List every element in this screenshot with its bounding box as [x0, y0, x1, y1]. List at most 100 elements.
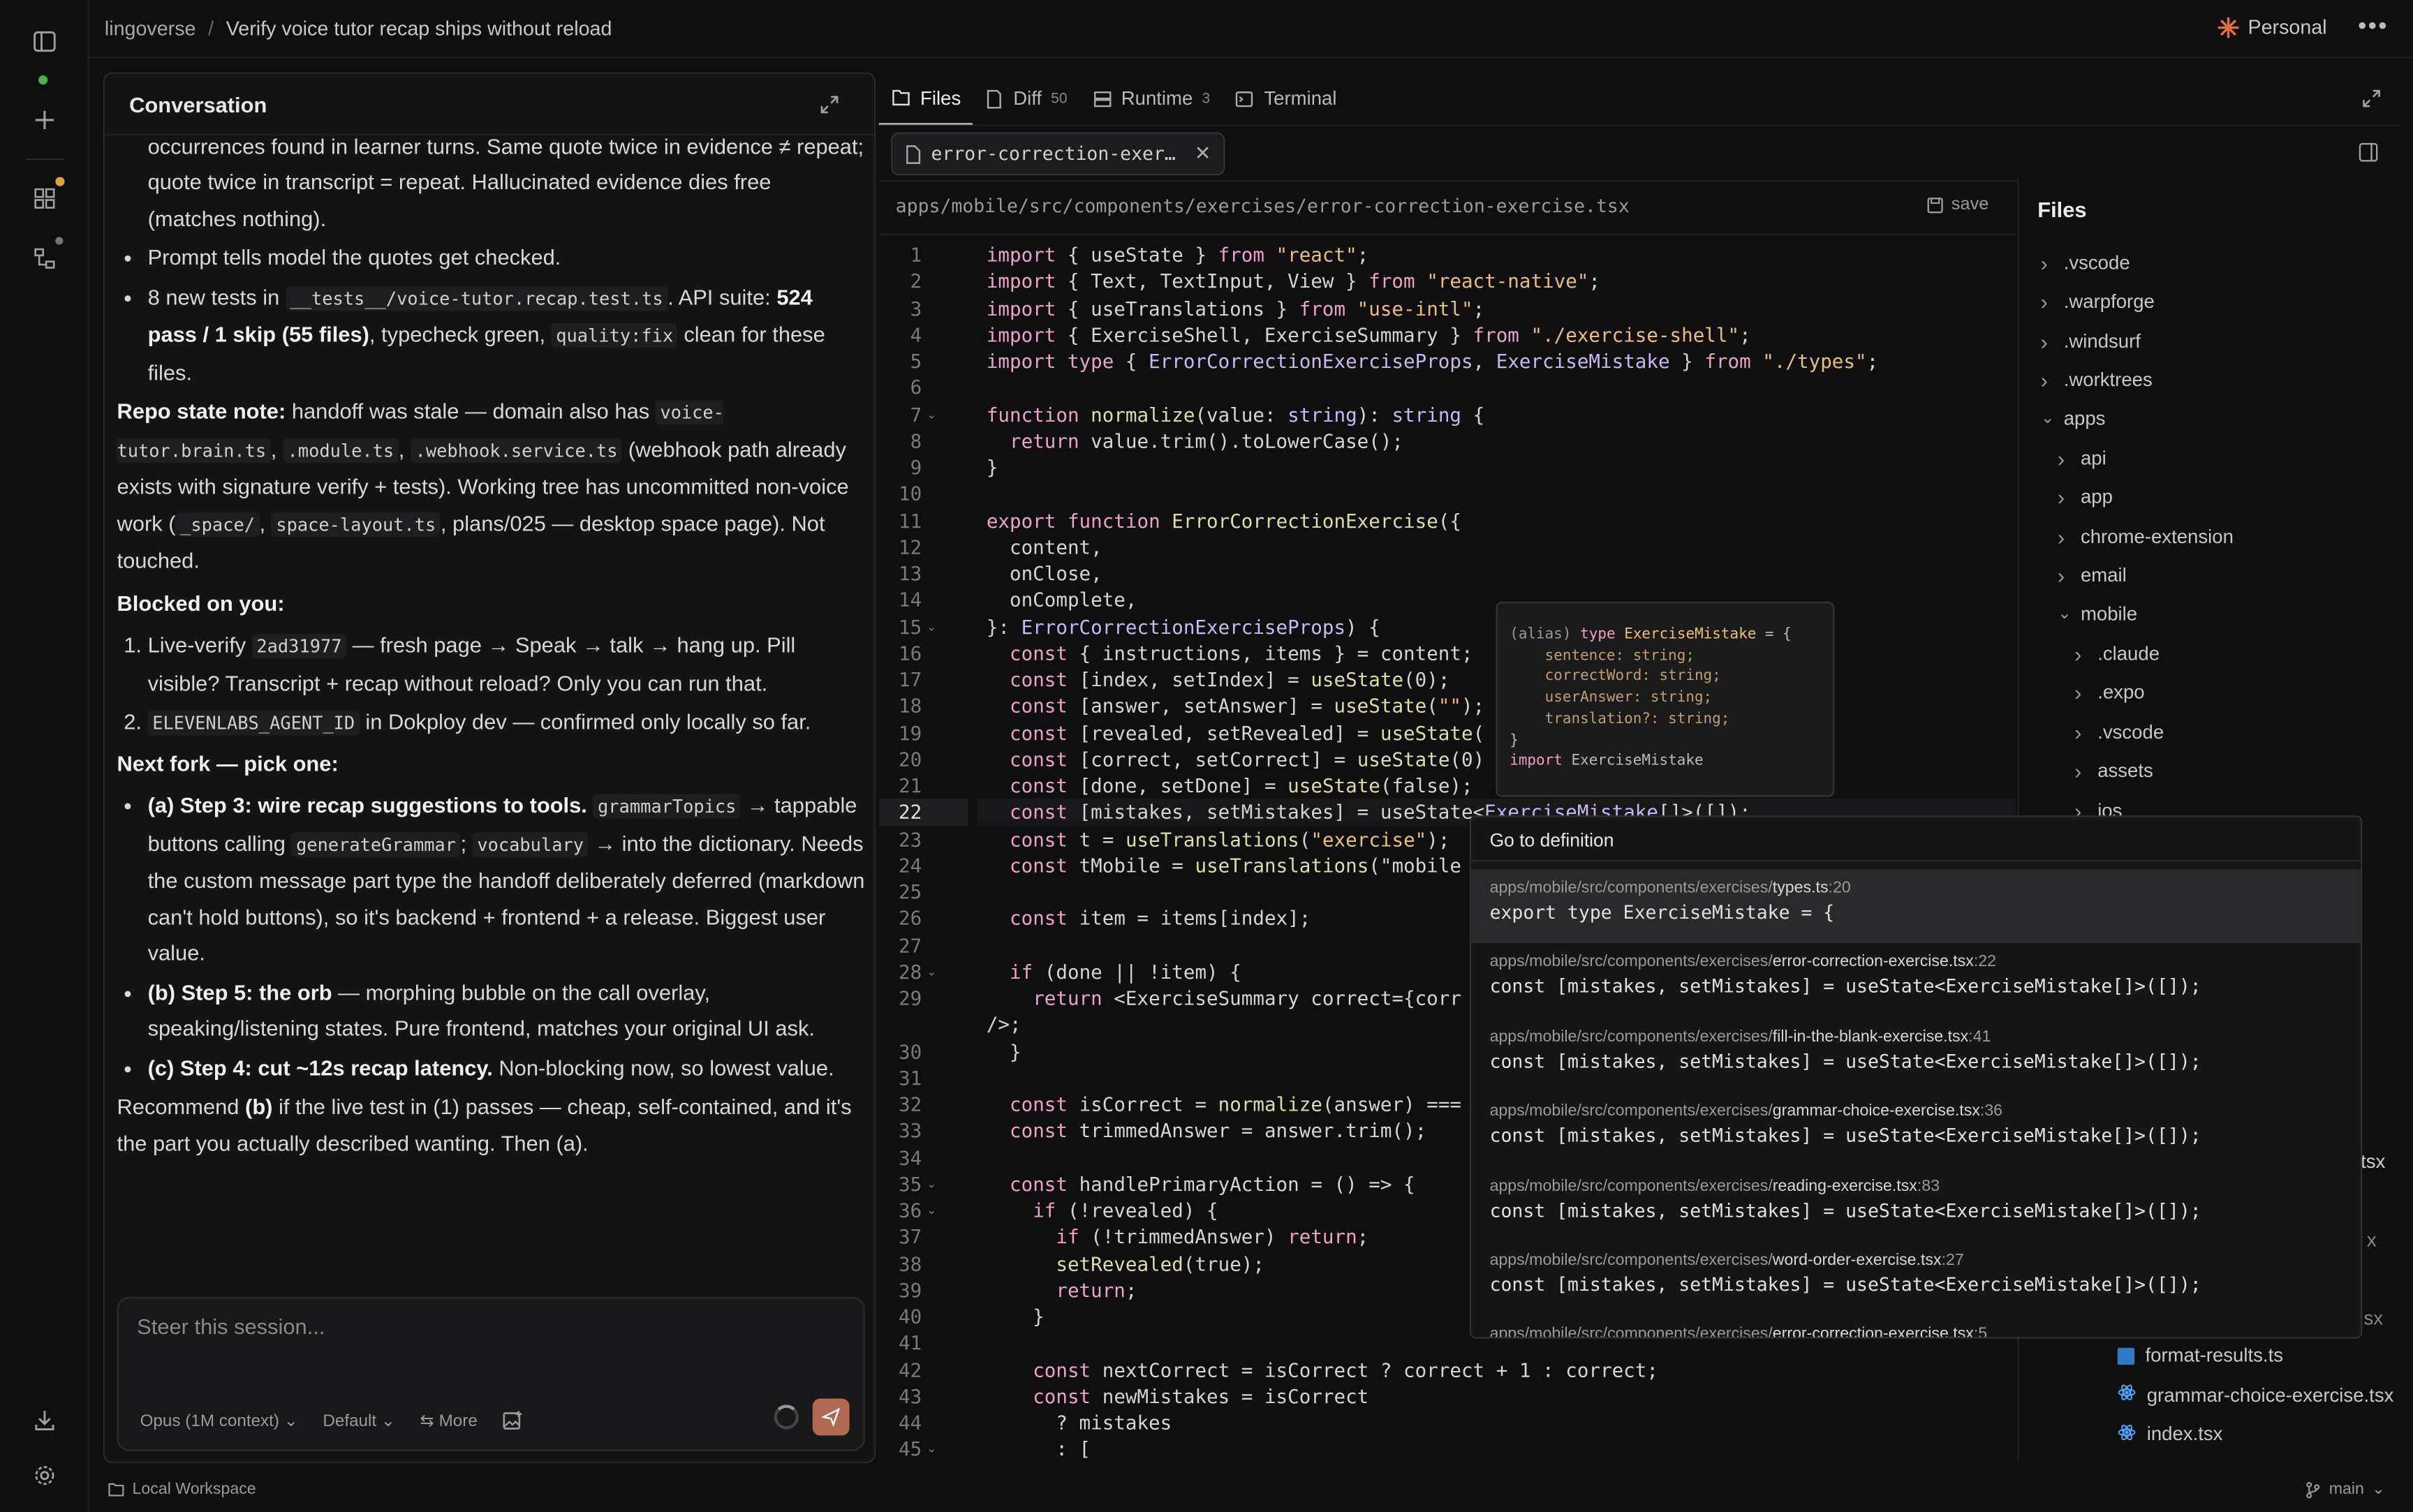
folder-label: app — [2080, 487, 2113, 509]
line-number: 42 — [899, 1358, 922, 1381]
fold-chevron-icon[interactable]: ⌄ — [927, 1203, 937, 1217]
folder-label: chrome-extension — [2080, 526, 2234, 548]
line-number: 26 — [899, 906, 922, 930]
image-add-icon[interactable] — [502, 1409, 524, 1431]
file-label: index.tsx — [2146, 1423, 2223, 1446]
code-line: import { useTranslations } from "use-int… — [986, 296, 1485, 320]
definition-path: apps/mobile/src/components/exercises/rea… — [1489, 1176, 1940, 1195]
file-tree-folder[interactable]: › assets — [2074, 759, 2153, 783]
save-button[interactable]: save — [1927, 195, 1988, 214]
maximize-icon[interactable] — [2361, 88, 2382, 110]
react-file-icon — [2118, 1423, 2136, 1446]
folder-label: .expo — [2097, 682, 2145, 704]
send-button[interactable] — [812, 1398, 850, 1436]
code-line: return <ExerciseSummary correct={corr — [1033, 986, 1461, 1009]
folder-icon — [108, 1483, 124, 1497]
line-number: 17 — [899, 667, 922, 691]
account-switcher[interactable]: Personal — [2217, 15, 2327, 39]
tooltip-line: translation?: string; — [1510, 710, 1730, 728]
file-tree-item-partial[interactable]: sx — [2363, 1307, 2383, 1329]
file-tree-folder[interactable]: ⌄ mobile — [2058, 602, 2137, 624]
code-line: } — [986, 455, 998, 479]
definition-code: const [mistakes, setMistakes] = useState… — [1489, 976, 2201, 998]
download-icon[interactable] — [23, 1399, 66, 1442]
folder-label: email — [2080, 565, 2127, 587]
toggle-panel-icon[interactable] — [2358, 142, 2379, 163]
tab-terminal[interactable]: Terminal — [1223, 73, 1349, 125]
editor-file-tab[interactable]: error-correction-exer… ✕ — [891, 132, 1225, 176]
code-line: const trimmedAnswer = answer.trim(); — [1010, 1118, 1427, 1142]
workspace-indicator[interactable]: Local Workspace — [108, 1480, 256, 1499]
definition-item[interactable]: apps/mobile/src/components/exercises/err… — [1471, 944, 2361, 1018]
files-icon — [892, 89, 910, 106]
file-tree-folder[interactable]: › email — [2058, 563, 2127, 588]
branch-indicator[interactable]: main ⌄ — [2306, 1480, 2385, 1499]
tooltip-line: import ExerciseMistake — [1510, 753, 1704, 770]
file-tree-file[interactable]: format-results.ts — [2117, 1344, 2284, 1367]
file-tree-folder[interactable]: › chrome-extension — [2058, 524, 2234, 549]
file-tree-folder[interactable]: › .claude — [2074, 642, 2160, 666]
file-tree-folder[interactable]: › app — [2058, 485, 2113, 510]
tooltip-line: correctWord: string; — [1510, 668, 1721, 685]
fold-chevron-icon[interactable]: ⌄ — [927, 407, 937, 421]
divider — [1471, 860, 2361, 862]
definition-item[interactable]: apps/mobile/src/components/exercises/err… — [1471, 1316, 2361, 1337]
chevron-right-icon: › — [2057, 485, 2065, 510]
tab-diff[interactable]: Diff 50 — [973, 73, 1079, 125]
code-line: ? mistakes — [986, 1411, 1172, 1435]
fold-chevron-icon[interactable]: ⌄ — [927, 1442, 937, 1456]
file-tree-folder[interactable]: › api — [2058, 446, 2106, 470]
line-number: 3 — [910, 296, 922, 320]
definition-item[interactable]: apps/mobile/src/components/exercises/typ… — [1471, 869, 2361, 944]
mode-select[interactable]: Default ⌄ — [323, 1410, 395, 1430]
status-bar: Local Workspace main ⌄ — [89, 1469, 2413, 1512]
line-number: 33 — [899, 1118, 922, 1142]
code-line: const [correct, setCorrect] = useState(0… — [1010, 747, 1485, 771]
file-tree-folder[interactable]: › .vscode — [2074, 720, 2164, 744]
model-select[interactable]: Opus (1M context) ⌄ — [140, 1410, 299, 1430]
tab-runtime[interactable]: Runtime 3 — [1079, 73, 1223, 125]
definition-item[interactable]: apps/mobile/src/components/exercises/wor… — [1471, 1242, 2361, 1316]
file-tree-item-partial[interactable]: x — [2367, 1229, 2377, 1251]
definition-item[interactable]: apps/mobile/src/components/exercises/rea… — [1471, 1167, 2361, 1241]
diff-icon — [987, 89, 1002, 108]
file-label: format-results.ts — [2145, 1344, 2284, 1367]
tab-files[interactable]: Files — [878, 73, 973, 125]
definition-path: apps/mobile/src/components/exercises/fil… — [1489, 1027, 1991, 1046]
line-number: 45 — [899, 1437, 922, 1461]
close-tab-icon[interactable]: ✕ — [1195, 142, 1211, 166]
file-tree-folder[interactable]: › .vscode — [2041, 251, 2130, 275]
line-number: 32 — [899, 1092, 922, 1116]
more-button[interactable]: ⇆ More — [420, 1410, 478, 1430]
code-line: const newMistakes = isCorrect — [1033, 1384, 1369, 1408]
definition-item[interactable]: apps/mobile/src/components/exercises/gra… — [1471, 1092, 2361, 1166]
new-session-icon[interactable] — [23, 98, 66, 142]
code-line: } — [986, 1305, 1045, 1328]
file-tree-folder[interactable]: › .warpforge — [2041, 290, 2155, 314]
code-line: import type { ErrorCorrectionExercisePro… — [986, 349, 1879, 373]
composer[interactable]: Steer this session... Opus (1M context) … — [117, 1297, 865, 1451]
file-tree-folder[interactable]: ⌄ apps — [2041, 407, 2106, 429]
fold-chevron-icon[interactable]: ⌄ — [927, 619, 937, 633]
sidebar-toggle-icon[interactable] — [23, 20, 66, 64]
definition-path: apps/mobile/src/components/exercises/wor… — [1489, 1250, 1964, 1270]
settings-gear-icon[interactable] — [23, 1454, 66, 1497]
file-tree-folder[interactable]: › .expo — [2074, 681, 2144, 705]
file-tree-folder[interactable]: › .worktrees — [2041, 368, 2153, 392]
more-options-icon[interactable]: ••• — [2358, 14, 2389, 42]
chevron-right-icon: › — [2074, 681, 2082, 706]
fold-chevron-icon[interactable]: ⌄ — [927, 1177, 937, 1191]
fold-chevron-icon[interactable]: ⌄ — [927, 964, 937, 978]
file-tree-file[interactable]: grammar-choice-exercise.tsx — [2118, 1384, 2393, 1407]
file-tree-file[interactable]: index.tsx — [2118, 1423, 2223, 1446]
breadcrumb-workspace[interactable]: lingoverse — [105, 17, 196, 40]
composer-input[interactable]: Steer this session... — [137, 1314, 325, 1338]
definition-code: export type ExerciseMistake = { — [1489, 901, 1835, 924]
session-title: Verify voice tutor recap ships without r… — [226, 17, 612, 40]
definition-item[interactable]: apps/mobile/src/components/exercises/fil… — [1471, 1018, 2361, 1092]
file-tree-item-partial[interactable]: tsx — [2361, 1151, 2385, 1173]
chevron-right-icon: › — [2040, 290, 2048, 315]
account-label: Personal — [2248, 15, 2327, 39]
expand-icon[interactable] — [819, 94, 841, 115]
file-tree-folder[interactable]: › .windsurf — [2041, 329, 2141, 353]
